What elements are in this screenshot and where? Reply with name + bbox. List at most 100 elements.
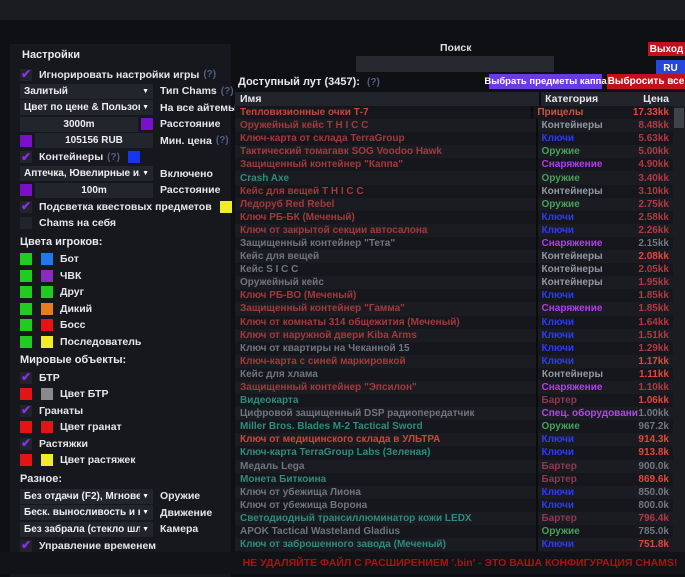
- setting-control: ✔: [20, 540, 32, 552]
- color-swatch[interactable]: [20, 388, 32, 400]
- table-row[interactable]: Кейс для вещейКонтейнеры2.08kk: [235, 250, 685, 263]
- scrollbar-thumb[interactable]: [674, 108, 684, 128]
- color-swatch[interactable]: [20, 184, 32, 196]
- table-scrollbar[interactable]: [673, 106, 685, 571]
- dropdown[interactable]: Залитый▼: [20, 84, 153, 99]
- setting-row: Цвет по цене & Пользователь▼На все айтем…: [20, 100, 225, 115]
- search-input[interactable]: [356, 56, 554, 72]
- table-row[interactable]: Ключ-карта TerraGroup Labs (Зеленая)Ключ…: [235, 446, 685, 459]
- checkbox[interactable]: ✔: [20, 540, 32, 552]
- text-input[interactable]: 105156 RUB: [35, 133, 153, 148]
- item-category: Снаряжение: [536, 302, 639, 315]
- help-icon: (?): [221, 86, 234, 97]
- dropdown[interactable]: Беск. выносливость и нет уста▼: [20, 505, 153, 520]
- setting-control: ✔: [20, 151, 32, 163]
- color-swatch[interactable]: [141, 118, 153, 130]
- color-swatch[interactable]: [41, 454, 53, 466]
- color-swatch[interactable]: [41, 270, 53, 282]
- color-swatch[interactable]: [220, 201, 232, 213]
- table-row[interactable]: Ключ РБ-БК (Меченый)Ключи2.58kk: [235, 211, 685, 224]
- table-row[interactable]: Защищенный контейнер "Каппа"Снаряжение4.…: [235, 158, 685, 171]
- color-swatch[interactable]: [41, 336, 53, 348]
- setting-control: [20, 319, 53, 331]
- select-kappa-items-button[interactable]: Выбрать предметы каппа: [489, 74, 602, 89]
- table-row[interactable]: Оружейный кейсКонтейнеры1.95kk: [235, 276, 685, 289]
- dropdown[interactable]: Аптечка, Ювелирные и...▼: [20, 166, 153, 181]
- table-row[interactable]: Ключ от заброшенного завода (Меченый)Клю…: [235, 538, 685, 551]
- color-swatch[interactable]: [20, 303, 32, 315]
- table-row[interactable]: Ключ от медицинского склада в УЛЬТРАКлюч…: [235, 433, 685, 446]
- table-row[interactable]: Защищенный контейнер "Тета"Снаряжение2.1…: [235, 237, 685, 250]
- table-row[interactable]: Медаль LegaБартер900.0k: [235, 460, 685, 473]
- drop-all-button[interactable]: Выбросить все: [607, 74, 685, 89]
- color-swatch[interactable]: [41, 421, 53, 433]
- text-input[interactable]: 100m: [35, 183, 153, 198]
- table-row[interactable]: Кейс для хламаКонтейнеры1.11kk: [235, 368, 685, 381]
- color-swatch[interactable]: [20, 135, 32, 147]
- loot-title: Доступный лут (3457): (?): [238, 76, 380, 88]
- item-category: Ключи: [536, 342, 639, 355]
- color-swatch[interactable]: [20, 270, 32, 282]
- dropdown[interactable]: Без отдачи (F2), Мгновенное п▼: [20, 489, 153, 504]
- table-row[interactable]: Ключ-карта с синей маркировкойКлючи1.17k…: [235, 355, 685, 368]
- table-row[interactable]: ВидеокартаБартер1.06kk: [235, 394, 685, 407]
- setting-control: [20, 388, 53, 400]
- checkbox[interactable]: ✔: [20, 405, 32, 417]
- color-swatch[interactable]: [41, 286, 53, 298]
- item-name: Оружейный кейс T H I C C: [235, 120, 536, 131]
- color-swatch[interactable]: [20, 253, 32, 265]
- item-category: Контейнеры: [536, 263, 639, 276]
- table-row[interactable]: Защищенный контейнер "Гамма"Снаряжение1.…: [235, 302, 685, 315]
- color-swatch[interactable]: [20, 454, 32, 466]
- color-swatch[interactable]: [41, 319, 53, 331]
- table-row[interactable]: Ключ-карта от склада TerraGroupКлючи5.63…: [235, 132, 685, 145]
- item-name: Защищенный контейнер "Эпсилон": [235, 382, 536, 393]
- color-swatch[interactable]: [20, 286, 32, 298]
- color-swatch[interactable]: [41, 388, 53, 400]
- table-row[interactable]: Цифровой защищенный DSP радиопередатчикС…: [235, 407, 685, 420]
- checkbox[interactable]: ✔: [20, 372, 32, 384]
- table-row[interactable]: Ключ от комнаты 314 общежития (Меченый)К…: [235, 316, 685, 329]
- exit-button[interactable]: Выход: [648, 42, 685, 56]
- item-category: Контейнеры: [536, 185, 639, 198]
- color-swatch[interactable]: [20, 336, 32, 348]
- dropdown[interactable]: Цвет по цене & Пользователь▼: [20, 100, 153, 115]
- checkbox[interactable]: ✔: [20, 151, 32, 163]
- checkbox[interactable]: ✔: [20, 438, 32, 450]
- item-name: Кейс для вещей T H I C C: [235, 186, 536, 197]
- dropdown[interactable]: Без забрала (стекло шлема)▼: [20, 522, 153, 537]
- checkbox[interactable]: ✔: [20, 69, 32, 81]
- table-row[interactable]: Crash AxeОружие3.40kk: [235, 171, 685, 184]
- table-row[interactable]: Монета БиткоинаБартер869.6k: [235, 473, 685, 486]
- color-swatch[interactable]: [20, 421, 32, 433]
- table-row[interactable]: Ледоруб Red RebelОружие2.75kk: [235, 198, 685, 211]
- table-row[interactable]: Защищенный контейнер "Эпсилон"Снаряжение…: [235, 381, 685, 394]
- table-row[interactable]: Ключ от наружной двери Kiba ArmsКлючи1.5…: [235, 329, 685, 342]
- table-row[interactable]: Кейс S I C CКонтейнеры2.05kk: [235, 263, 685, 276]
- table-row[interactable]: Тактический томагавк SOG Voodoo HawkОруж…: [235, 145, 685, 158]
- table-row[interactable]: Ключ от закрытой секции автосалонаКлючи2…: [235, 224, 685, 237]
- table-row[interactable]: Кейс для вещей T H I C CКонтейнеры3.10kk: [235, 185, 685, 198]
- table-row[interactable]: APOK Tactical Wasteland GladiusОружие785…: [235, 525, 685, 538]
- column-header-category[interactable]: Категория: [539, 92, 643, 106]
- table-row[interactable]: Miller Bros. Blades M-2 Tactical SwordОр…: [235, 420, 685, 433]
- column-header-name[interactable]: Имя: [235, 93, 539, 105]
- table-row[interactable]: Светодиодный трансиллюминатор кожи LEDXБ…: [235, 512, 685, 525]
- table-row[interactable]: Ключ от убежища ЛионаКлючи850.0k: [235, 486, 685, 499]
- item-name: Miller Bros. Blades M-2 Tactical Sword: [235, 421, 536, 432]
- color-swatch[interactable]: [128, 151, 140, 163]
- table-row[interactable]: Тепловизионные очки Т-7Прицелы17.33kk: [235, 106, 685, 119]
- table-row[interactable]: Оружейный кейс T H I C CКонтейнеры8.48kk: [235, 119, 685, 132]
- table-row[interactable]: Ключ от квартиры на Чеканной 15Ключи1.29…: [235, 342, 685, 355]
- color-swatch[interactable]: [41, 303, 53, 315]
- color-swatch[interactable]: [41, 253, 53, 265]
- text-input[interactable]: 3000m: [20, 117, 138, 132]
- checkbox[interactable]: [20, 217, 32, 229]
- column-header-price[interactable]: Цена: [643, 93, 685, 105]
- setting-control: ✔: [20, 372, 32, 384]
- table-row[interactable]: Ключ РБ-ВО (Меченый)Ключи1.85kk: [235, 289, 685, 302]
- item-name: Кейс для вещей: [235, 251, 536, 262]
- color-swatch[interactable]: [20, 319, 32, 331]
- checkbox[interactable]: ✔: [20, 201, 32, 213]
- table-row[interactable]: Ключ от убежища ВоронаКлючи800.0k: [235, 499, 685, 512]
